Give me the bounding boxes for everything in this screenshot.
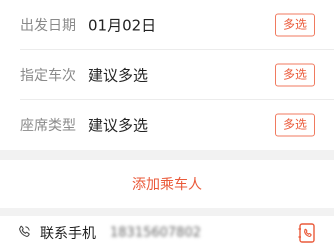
phone-icon (19, 225, 30, 237)
contact-phone-value[interactable]: 18315607802 (110, 226, 201, 241)
seat-type-row[interactable]: 座席类型 建议多选 多选 (0, 100, 334, 150)
train-number-row[interactable]: 指定车次 建议多选 多选 (0, 50, 334, 100)
seat-type-label: 座席类型 (20, 118, 76, 134)
train-number-label: 指定车次 (20, 68, 76, 84)
contact-phone-label: 联系手机 (40, 226, 96, 242)
train-number-value[interactable]: 建议多选 (88, 65, 148, 86)
departure-date-row[interactable]: 出发日期 01月02日 多选 (0, 0, 334, 50)
train-number-multi-select-button[interactable]: 多选 (275, 63, 315, 87)
seat-type-multi-select-button[interactable]: 多选 (275, 113, 315, 137)
departure-date-value[interactable]: 01月02日 (88, 15, 156, 36)
add-passenger-button[interactable]: 添加乘车人 (0, 160, 334, 208)
departure-date-multi-select-button[interactable]: 多选 (275, 13, 315, 37)
add-passenger-label: 添加乘车人 (132, 177, 202, 193)
contact-phone-row[interactable]: 联系手机 18315607802 (0, 216, 334, 250)
departure-date-label: 出发日期 (20, 18, 76, 34)
contacts-book-icon[interactable] (298, 223, 316, 243)
trip-options-card: 出发日期 01月02日 多选 指定车次 建议多选 多选 座席类型 建议多选 多选 (0, 0, 334, 150)
seat-type-value[interactable]: 建议多选 (88, 115, 148, 136)
